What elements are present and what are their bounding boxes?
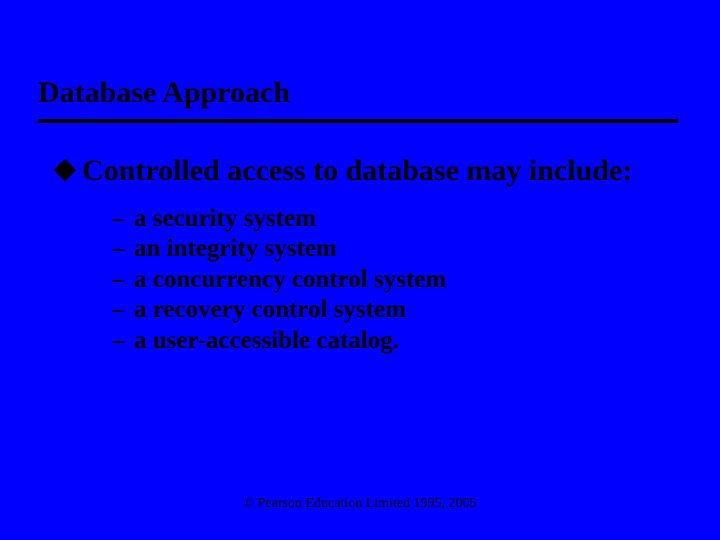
list-item: – a recovery control system bbox=[112, 295, 670, 326]
title-underline bbox=[38, 119, 678, 123]
footer-copyright: © Pearson Education Limited 1995, 2005 bbox=[0, 496, 720, 512]
dash-icon: – bbox=[112, 265, 134, 296]
dash-icon: – bbox=[112, 204, 134, 235]
sub-bullet-text: an integrity system bbox=[134, 234, 337, 265]
sub-bullet-text: a concurrency control system bbox=[134, 265, 446, 296]
dash-icon: – bbox=[112, 326, 134, 357]
sub-bullet-list: – a security system – an integrity syste… bbox=[112, 204, 670, 357]
main-bullet-row: Controlled access to database may includ… bbox=[57, 152, 670, 190]
slide: Database Approach Controlled access to d… bbox=[0, 0, 720, 540]
sub-bullet-text: a user-accessible catalog. bbox=[134, 326, 399, 357]
sub-bullet-text: a security system bbox=[134, 204, 316, 235]
dash-icon: – bbox=[112, 295, 134, 326]
list-item: – a concurrency control system bbox=[112, 265, 670, 296]
slide-title: Database Approach bbox=[38, 76, 682, 117]
list-item: – a security system bbox=[112, 204, 670, 235]
sub-bullet-text: a recovery control system bbox=[134, 295, 406, 326]
diamond-bullet-icon bbox=[54, 159, 77, 182]
dash-icon: – bbox=[112, 234, 134, 265]
list-item: – a user-accessible catalog. bbox=[112, 326, 670, 357]
body-block: Controlled access to database may includ… bbox=[57, 152, 670, 356]
main-bullet-text: Controlled access to database may includ… bbox=[82, 152, 632, 190]
title-block: Database Approach bbox=[38, 76, 682, 123]
list-item: – an integrity system bbox=[112, 234, 670, 265]
